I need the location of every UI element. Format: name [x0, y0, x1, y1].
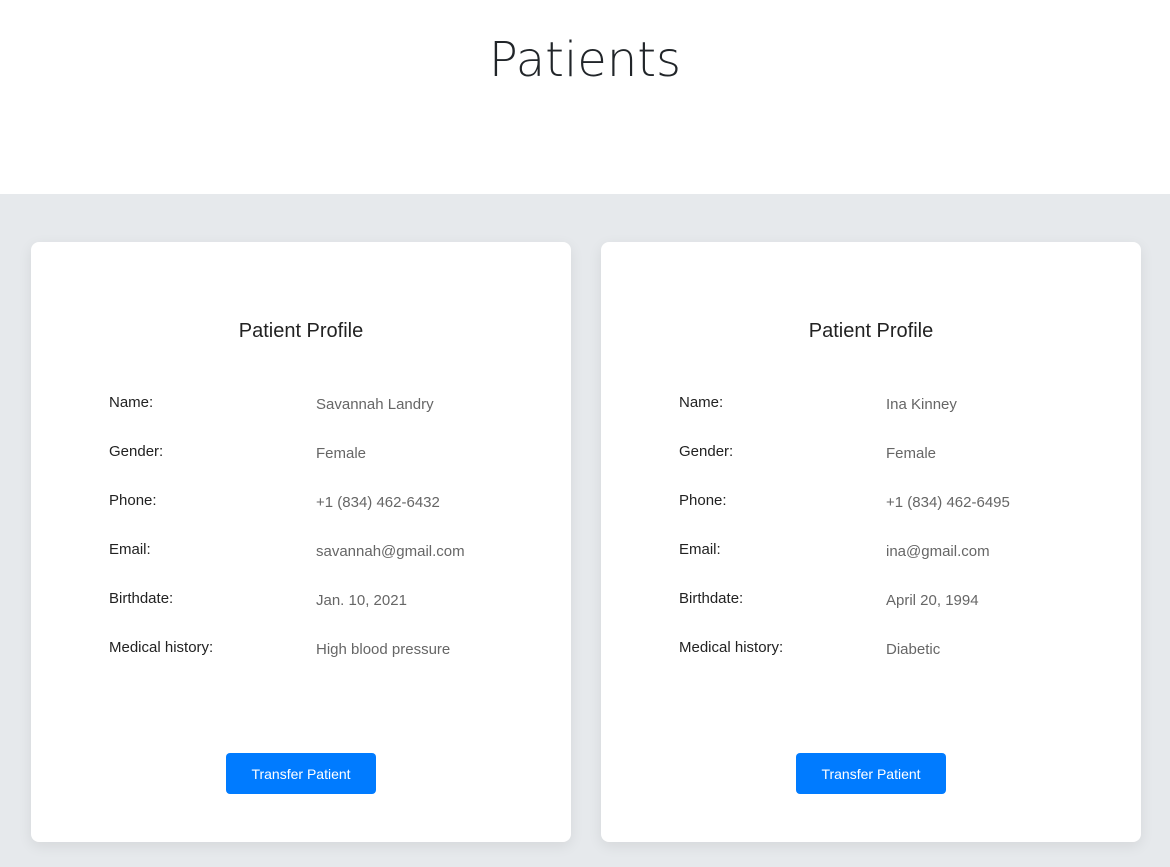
field-value: +1 (834) 462-6432: [316, 494, 440, 511]
field-row-email: Email: savannah@gmail.com: [109, 541, 549, 561]
field-value: Female: [316, 445, 367, 462]
field-label: Birthdate:: [109, 590, 174, 607]
field-label: Name:: [109, 394, 154, 411]
field-row-email: Email: ina@gmail.com: [679, 541, 1119, 561]
field-row-medical-history: Medical history: High blood pressure: [109, 639, 549, 659]
field-label: Birthdate:: [679, 590, 744, 607]
field-value: +1 (834) 462-6495: [886, 494, 1010, 511]
field-label: Medical history:: [679, 639, 784, 656]
field-value: savannah@gmail.com: [316, 543, 465, 560]
field-value: Ina Kinney: [886, 396, 957, 413]
field-row-medical-history: Medical history: Diabetic: [679, 639, 1119, 659]
page-header: Patients: [0, 0, 1170, 194]
field-value: ina@gmail.com: [886, 543, 990, 560]
field-row-phone: Phone: +1 (834) 462-6432: [109, 492, 549, 512]
field-value: Female: [886, 445, 937, 462]
patient-profile-card: Patient Profile Name: Savannah Landry Ge…: [31, 242, 571, 842]
card-title: Patient Profile: [238, 320, 364, 342]
field-label: Name:: [679, 394, 724, 411]
field-value: Diabetic: [886, 641, 941, 658]
field-row-gender: Gender: Female: [679, 443, 1119, 463]
field-label: Phone:: [109, 492, 157, 509]
field-row-birthdate: Birthdate: Jan. 10, 2021: [109, 590, 549, 610]
card-title: Patient Profile: [808, 320, 934, 342]
field-value: April 20, 1994: [886, 592, 979, 609]
field-label: Medical history:: [109, 639, 214, 656]
field-row-name: Name: Savannah Landry: [109, 394, 549, 414]
field-label: Email:: [109, 541, 151, 558]
patient-profile-card: Patient Profile Name: Ina Kinney Gender:…: [601, 242, 1141, 842]
field-value: High blood pressure: [316, 641, 451, 658]
field-row-phone: Phone: +1 (834) 462-6495: [679, 492, 1119, 512]
field-label: Gender:: [109, 443, 164, 460]
field-row-name: Name: Ina Kinney: [679, 394, 1119, 414]
field-value: Savannah Landry: [316, 396, 434, 413]
transfer-patient-button[interactable]: Transfer Patient: [226, 753, 376, 794]
field-label: Email:: [679, 541, 721, 558]
field-row-birthdate: Birthdate: April 20, 1994: [679, 590, 1119, 610]
field-label: Phone:: [679, 492, 727, 509]
transfer-patient-button[interactable]: Transfer Patient: [796, 753, 946, 794]
page-title: Patients: [488, 32, 682, 88]
field-row-gender: Gender: Female: [109, 443, 549, 463]
field-label: Gender:: [679, 443, 734, 460]
field-value: Jan. 10, 2021: [316, 592, 407, 609]
